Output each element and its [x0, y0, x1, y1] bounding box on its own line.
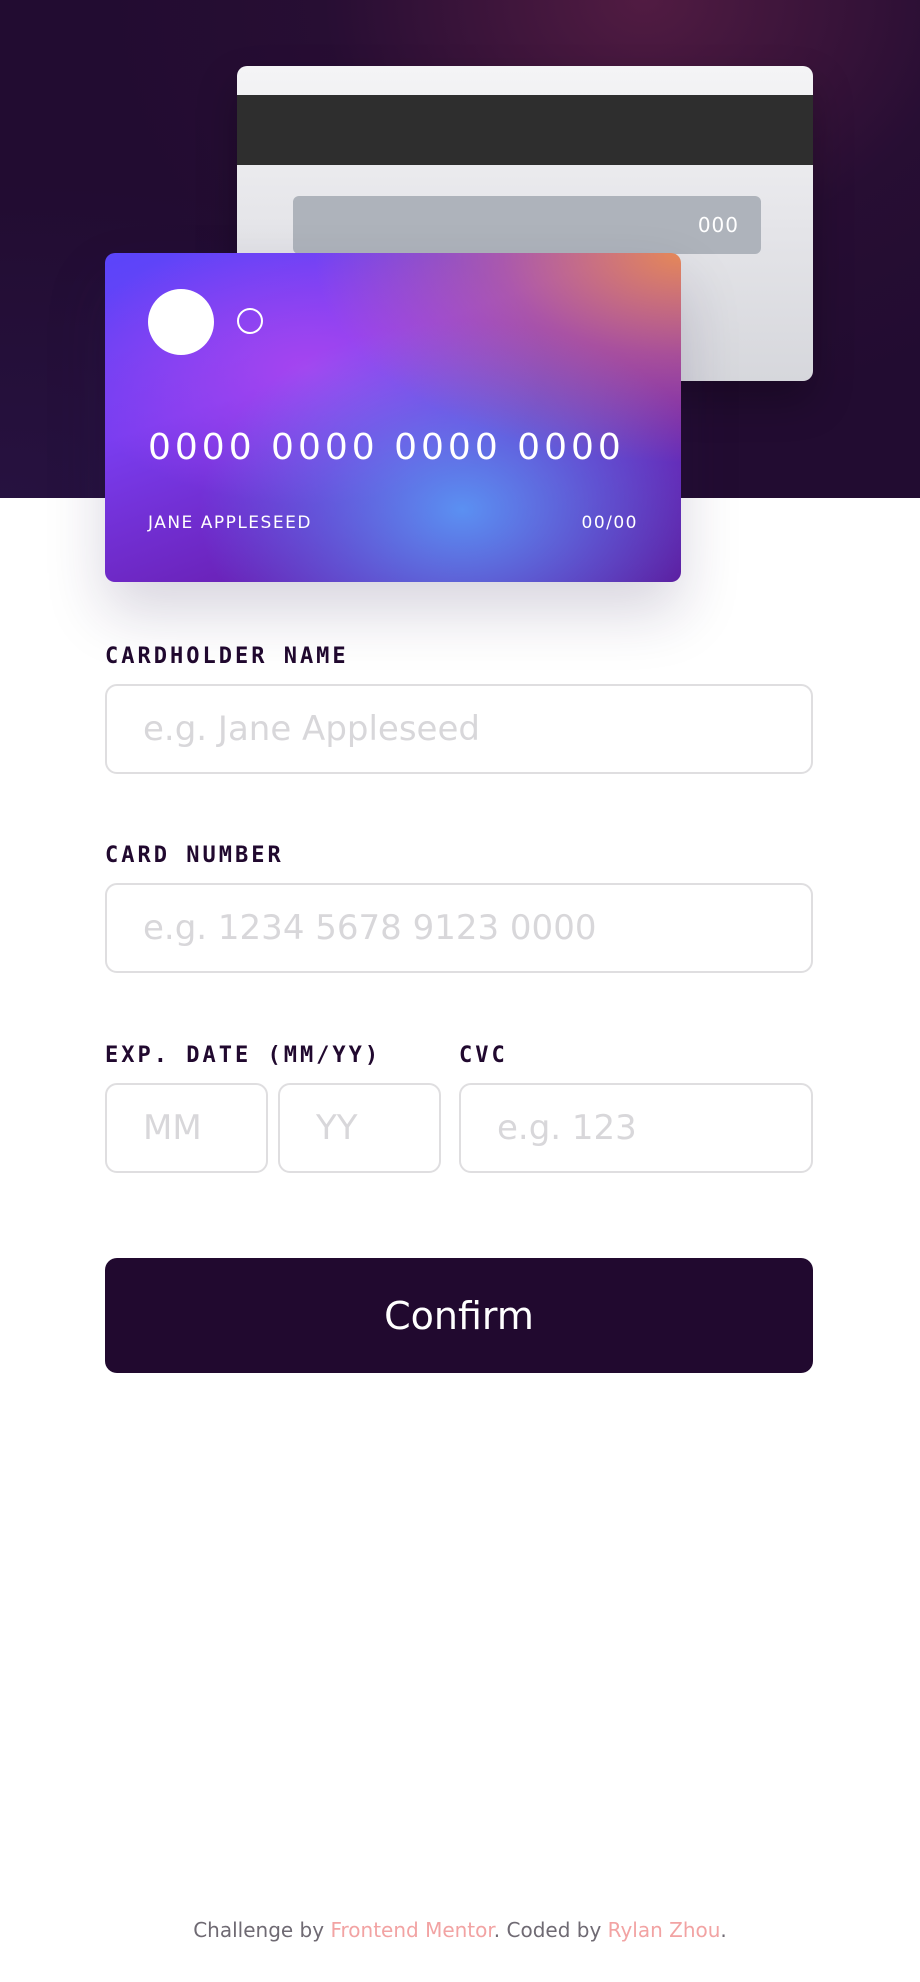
exp-date-inputs [105, 1083, 441, 1173]
confirm-button[interactable]: Confirm [105, 1258, 813, 1373]
exp-month-input[interactable] [105, 1083, 268, 1173]
cvc-input[interactable] [459, 1083, 813, 1173]
exp-date-label: EXP. DATE (MM/YY) [105, 1043, 382, 1068]
card-number-input[interactable] [105, 883, 813, 973]
frontend-mentor-link[interactable]: Frontend Mentor [330, 1918, 493, 1942]
magnetic-stripe [237, 95, 813, 165]
attribution-suffix: . [720, 1918, 727, 1942]
signature-strip: 000 [293, 196, 761, 254]
cardholder-name-field: CARDHOLDER NAME [105, 640, 813, 774]
card-back-cvc: 000 [697, 213, 739, 237]
card-number-label: CARD NUMBER [105, 843, 284, 868]
card-expiry-display: 00/00 [581, 513, 638, 533]
attribution: Challenge by Frontend Mentor. Coded by R… [0, 1918, 920, 1942]
attribution-middle: . Coded by [493, 1918, 608, 1942]
card-front: 0000 0000 0000 0000 JANE APPLESEED 00/00 [105, 253, 681, 582]
exp-year-input[interactable] [278, 1083, 441, 1173]
exp-date-field: EXP. DATE (MM/YY) [105, 1039, 441, 1173]
author-link[interactable]: Rylan Zhou [608, 1918, 721, 1942]
card-logo-circle-filled-icon [148, 289, 214, 355]
cardholder-name-label: CARDHOLDER NAME [105, 644, 349, 669]
cvc-field: CVC [459, 1039, 813, 1173]
card-number-field: CARD NUMBER [105, 839, 813, 973]
card-number-display: 0000 0000 0000 0000 [148, 427, 625, 468]
cardholder-name-input[interactable] [105, 684, 813, 774]
card-logo-circle-outline-icon [237, 308, 263, 334]
cardholder-name-display: JANE APPLESEED [148, 513, 312, 533]
cvc-label: CVC [459, 1043, 508, 1068]
attribution-prefix: Challenge by [193, 1918, 331, 1942]
